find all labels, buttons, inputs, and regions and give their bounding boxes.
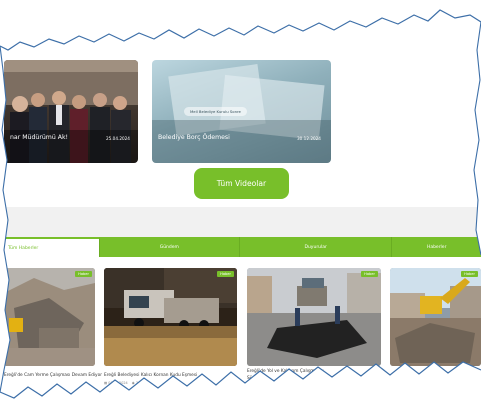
news-title[interactable]: Ereğli Belediyesi Yeni İş Makinesi — [392, 373, 463, 378]
news-card-2[interactable]: Haber — [104, 268, 237, 366]
video-thumbnail-people — [4, 60, 138, 163]
news-image-demolition — [4, 268, 95, 366]
all-videos-button[interactable]: Tüm Videolar — [194, 168, 289, 199]
all-videos-label: Tüm Videolar — [216, 179, 267, 188]
video-date: 25.04.2024 — [106, 136, 130, 141]
news-title[interactable]: Ereğli'de Yol ve Kaldırım Çalışmaları — [247, 369, 324, 374]
news-card-4[interactable]: Haber — [390, 268, 481, 366]
news-card-3[interactable]: Haber — [247, 268, 381, 366]
news-tag: Haber — [361, 271, 378, 277]
news-tag: Haber — [461, 271, 478, 277]
video-caption: Belediye Borç Ödemesi — [158, 134, 230, 141]
news-image-excavator — [390, 268, 481, 366]
news-tag: Haber — [75, 271, 92, 277]
news-date: 01.03.2024 — [108, 381, 128, 385]
calendar-icon: ▦ — [104, 381, 108, 385]
video-card-2[interactable]: Meli̇ Belediye Kurulu Sonre Belediye Bor… — [152, 60, 331, 163]
video-card-1[interactable]: nar Müdürümü Ak! 25.04.2024 — [4, 60, 138, 163]
news-views: 34 — [135, 381, 141, 385]
eye-icon: ◉ — [131, 381, 135, 385]
news-image-truck — [104, 268, 237, 366]
tab-news[interactable]: Haberler — [392, 237, 481, 257]
tab-agenda[interactable]: Gündem — [99, 237, 241, 257]
news-title[interactable]: Ereğli'de Cam Yerme Çalışması Devam Ediy… — [4, 373, 102, 378]
news-title[interactable]: Ereğli Belediyesi Kalıcı Kornan Kudu Eşm… — [104, 373, 197, 378]
news-meta: ▦ 01.03.2024 ◉ 34 — [104, 381, 140, 385]
news-tag: Haber — [217, 271, 234, 277]
tab-announcements[interactable]: Duyurular — [240, 237, 393, 257]
video-badge: Meli̇ Belediye Kurulu Sonre — [184, 107, 247, 116]
video-date: 30.12.2024 — [297, 136, 321, 141]
tab-all-news[interactable]: Tüm Haberler — [0, 237, 100, 257]
news-card-1[interactable]: Haber — [4, 268, 95, 366]
video-caption: nar Müdürümü Ak! — [10, 134, 69, 141]
section-divider — [0, 207, 481, 237]
news-tabs: Tüm Haberler Gündem Duyurular Haberler — [0, 237, 481, 257]
news-image-asphalt — [247, 268, 381, 366]
news-title-line2[interactable]: Sürüyor — [247, 376, 264, 381]
